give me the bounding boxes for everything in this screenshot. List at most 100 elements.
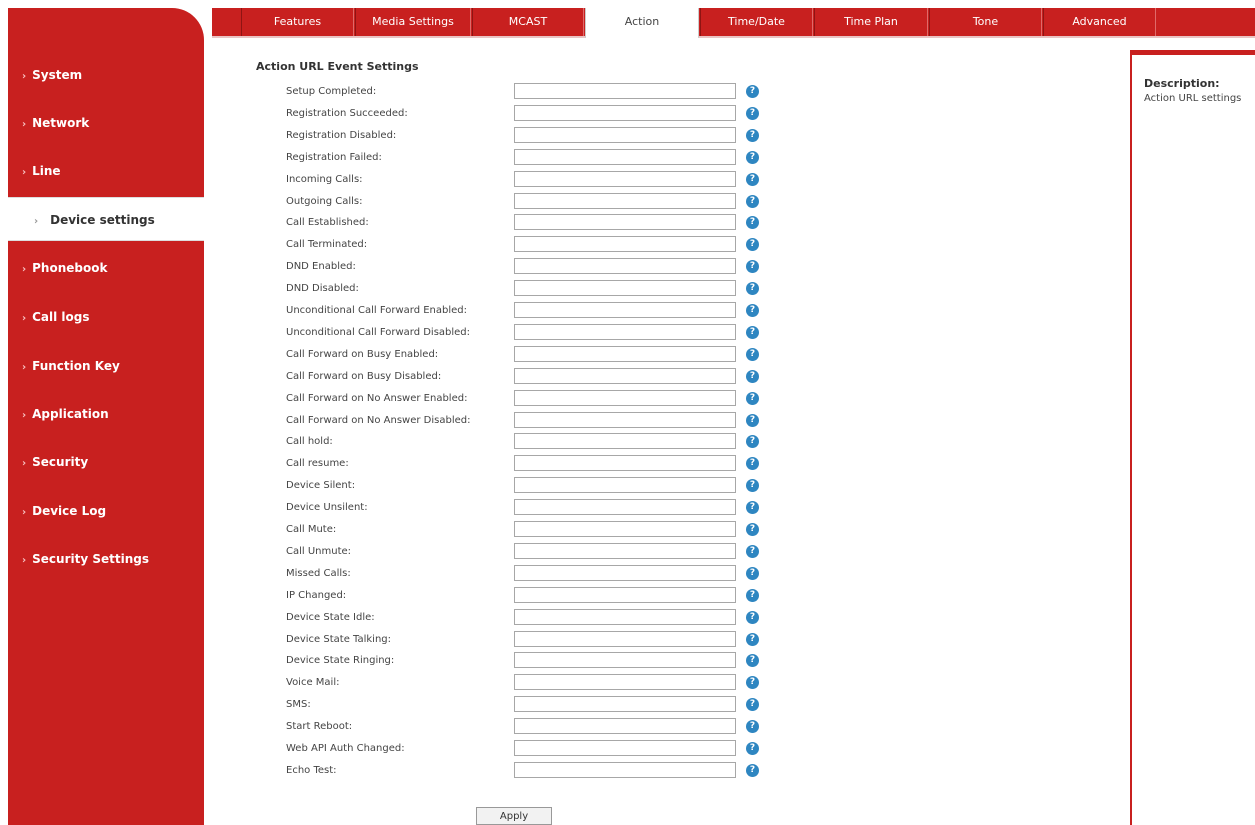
action-url-input[interactable] [514, 390, 736, 406]
action-url-input[interactable] [514, 127, 736, 143]
action-url-input[interactable] [514, 499, 736, 515]
field-label: IP Changed: [286, 590, 347, 601]
action-url-input[interactable] [514, 302, 736, 318]
action-url-input[interactable] [514, 521, 736, 537]
action-url-input[interactable] [514, 674, 736, 690]
help-icon[interactable]: ? [746, 567, 759, 580]
chevron-right-icon: › [22, 313, 27, 324]
action-url-input[interactable] [514, 214, 736, 230]
sidebar-item-system[interactable]: › System [8, 60, 204, 90]
sidebar-item-function-key[interactable]: › Function Key [8, 351, 204, 381]
action-url-input[interactable] [514, 236, 736, 252]
help-icon[interactable]: ? [746, 238, 759, 251]
field-label: Web API Auth Changed: [286, 743, 405, 754]
help-icon[interactable]: ? [746, 195, 759, 208]
action-url-input[interactable] [514, 609, 736, 625]
action-url-input[interactable] [514, 412, 736, 428]
sidebar-item-label: Line [32, 164, 61, 178]
help-icon[interactable]: ? [746, 479, 759, 492]
help-icon[interactable]: ? [746, 742, 759, 755]
action-url-input[interactable] [514, 652, 736, 668]
tab-features[interactable]: Features [241, 8, 354, 36]
sidebar-item-security-settings[interactable]: › Security Settings [8, 544, 204, 574]
tab-bar: Features Media Settings MCAST Action Time/Da… [212, 8, 1255, 38]
action-url-input[interactable] [514, 696, 736, 712]
action-url-input[interactable] [514, 740, 736, 756]
action-url-input[interactable] [514, 368, 736, 384]
action-url-input[interactable] [514, 83, 736, 99]
help-icon[interactable]: ? [746, 304, 759, 317]
help-icon[interactable]: ? [746, 523, 759, 536]
sidebar-item-line[interactable]: › Line [8, 156, 204, 186]
tab-tone[interactable]: Tone [929, 8, 1042, 36]
help-icon[interactable]: ? [746, 720, 759, 733]
help-icon[interactable]: ? [746, 764, 759, 777]
help-icon[interactable]: ? [746, 85, 759, 98]
tab-advanced[interactable]: Advanced [1043, 8, 1156, 36]
help-icon[interactable]: ? [746, 370, 759, 383]
field-label: Call hold: [286, 436, 333, 447]
chevron-right-icon: › [22, 119, 27, 130]
help-icon[interactable]: ? [746, 435, 759, 448]
field-label: Device State Idle: [286, 612, 375, 623]
field-label: Outgoing Calls: [286, 196, 363, 207]
help-icon[interactable]: ? [746, 457, 759, 470]
help-icon[interactable]: ? [746, 107, 759, 120]
sidebar-item-label: Phonebook [32, 261, 108, 275]
action-url-input[interactable] [514, 718, 736, 734]
action-url-input[interactable] [514, 324, 736, 340]
sidebar-item-phonebook[interactable]: › Phonebook [8, 253, 204, 283]
field-label: Call Mute: [286, 524, 337, 535]
action-url-input[interactable] [514, 193, 736, 209]
help-icon[interactable]: ? [746, 129, 759, 142]
action-url-input[interactable] [514, 543, 736, 559]
action-url-input[interactable] [514, 587, 736, 603]
apply-button[interactable]: Apply [476, 807, 552, 825]
help-icon[interactable]: ? [746, 392, 759, 405]
help-icon[interactable]: ? [746, 173, 759, 186]
help-icon[interactable]: ? [746, 348, 759, 361]
action-url-input[interactable] [514, 258, 736, 274]
field-label: Registration Failed: [286, 152, 382, 163]
help-icon[interactable]: ? [746, 326, 759, 339]
help-icon[interactable]: ? [746, 501, 759, 514]
sidebar-item-device-settings[interactable]: › Device settings [8, 197, 204, 241]
help-icon[interactable]: ? [746, 633, 759, 646]
tab-mcast[interactable]: MCAST [472, 8, 584, 36]
action-url-input[interactable] [514, 346, 736, 362]
help-icon[interactable]: ? [746, 589, 759, 602]
help-icon[interactable]: ? [746, 151, 759, 164]
field-label: Call Forward on Busy Enabled: [286, 349, 439, 360]
sidebar-item-security[interactable]: › Security [8, 447, 204, 477]
help-icon[interactable]: ? [746, 611, 759, 624]
action-url-input[interactable] [514, 433, 736, 449]
tab-media-settings[interactable]: Media Settings [355, 8, 471, 36]
sidebar-item-call-logs[interactable]: › Call logs [8, 302, 204, 332]
sidebar-item-application[interactable]: › Application [8, 399, 204, 429]
action-url-input[interactable] [514, 477, 736, 493]
help-icon[interactable]: ? [746, 260, 759, 273]
sidebar-item-network[interactable]: › Network [8, 108, 204, 138]
help-icon[interactable]: ? [746, 698, 759, 711]
tab-time-plan[interactable]: Time Plan [814, 8, 928, 36]
action-url-input[interactable] [514, 565, 736, 581]
help-icon[interactable]: ? [746, 545, 759, 558]
action-url-input[interactable] [514, 455, 736, 471]
action-url-input[interactable] [514, 171, 736, 187]
action-url-input[interactable] [514, 105, 736, 121]
action-url-input[interactable] [514, 149, 736, 165]
help-icon[interactable]: ? [746, 282, 759, 295]
sidebar-item-device-log[interactable]: › Device Log [8, 496, 204, 526]
help-icon[interactable]: ? [746, 414, 759, 427]
field-label: SMS: [286, 699, 311, 710]
help-icon[interactable]: ? [746, 676, 759, 689]
action-url-input[interactable] [514, 280, 736, 296]
help-icon[interactable]: ? [746, 654, 759, 667]
chevron-right-icon: › [22, 555, 27, 566]
action-url-input[interactable] [514, 631, 736, 647]
action-url-input[interactable] [514, 762, 736, 778]
tab-time-date[interactable]: Time/Date [700, 8, 813, 36]
tab-action[interactable]: Action [585, 8, 699, 38]
section-title: Action URL Event Settings [256, 60, 419, 73]
help-icon[interactable]: ? [746, 216, 759, 229]
